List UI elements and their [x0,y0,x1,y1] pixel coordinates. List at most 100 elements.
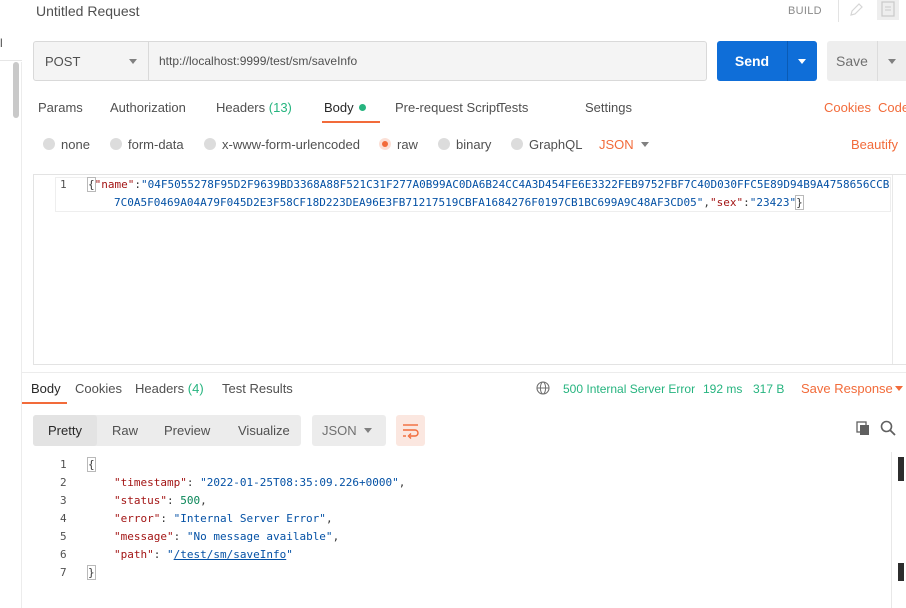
json-string-quote: " [167,548,174,561]
search-icon[interactable] [880,420,896,436]
method-value: POST [45,54,81,69]
json-key: "sex" [710,196,744,209]
save-response-button[interactable]: Save Response [801,381,893,396]
scrollbar-thumb[interactable] [898,563,904,581]
line-number: 7 [60,566,67,579]
send-button[interactable]: Send [717,41,787,81]
tab-headers-label: Headers [216,100,266,115]
json-string: "23423" [749,196,797,209]
line-number: 1 [60,178,67,191]
sidebar-scrollbar[interactable] [13,62,19,118]
json-string: "Internal Server Error" [173,512,326,525]
document-icon[interactable] [877,0,899,20]
caret-down-icon [129,59,137,64]
radio-graphql[interactable] [511,138,523,150]
body-format-select[interactable]: JSON [599,137,634,152]
caret-down-icon [798,59,806,64]
cookies-link[interactable]: Cookies [824,100,871,115]
tab-authorization[interactable]: Authorization [110,100,186,115]
caret-down-icon [641,142,649,147]
radio-label-raw: raw [397,137,418,152]
radio-binary[interactable] [438,138,450,150]
scrollbar-thumb[interactable] [898,457,904,481]
response-format-select[interactable]: JSON [312,415,386,446]
active-tab-indicator [322,121,380,123]
json-key: "status" [114,494,167,507]
path-link[interactable]: /test/sm/saveInfo [174,548,287,561]
tab-headers[interactable]: Headers (13) [216,100,292,115]
line-number: 5 [60,530,67,543]
tab-settings[interactable]: Settings [585,100,632,115]
radio-label-urlencoded: x-www-form-urlencoded [222,137,360,152]
json-string: "04F5055278F95D2F9639BD3368A88F521C31F27… [141,178,890,191]
copy-icon[interactable] [855,420,871,436]
response-tab-body[interactable]: Body [31,381,61,396]
send-options-button[interactable] [787,41,817,81]
response-tab-test-results[interactable]: Test Results [222,381,293,396]
json-brace: { [87,177,96,192]
view-pretty[interactable]: Pretty [48,423,82,438]
json-string: "No message available" [186,530,333,543]
request-title[interactable]: Untitled Request [36,3,140,19]
radio-form-data[interactable] [110,138,122,150]
tab-body-label: Body [324,100,354,115]
caret-down-icon[interactable] [895,386,903,391]
code-line: "timestamp": "2022-01-25T08:35:09.226+00… [114,476,406,489]
build-mode-label[interactable]: BUILD [788,5,822,17]
divider [891,452,892,608]
code-line: {"name":"04F5055278F95D2F9639BD3368A88F5… [87,177,890,192]
radio-raw[interactable] [379,138,391,150]
line-number: 2 [60,476,67,489]
sidebar-edge: l [0,0,22,608]
response-size[interactable]: 317 B [753,382,784,396]
divider [838,0,839,22]
line-number: 4 [60,512,67,525]
caret-down-icon [364,428,372,433]
response-format-value: JSON [322,423,357,438]
method-select[interactable]: POST [33,41,149,81]
json-key: "timestamp" [114,476,187,489]
view-visualize[interactable]: Visualize [238,423,290,438]
response-tab-headers-label: Headers [135,381,185,396]
divider [892,175,893,364]
wrap-lines-icon [403,424,419,439]
json-string-quote: " [286,548,293,561]
pencil-icon[interactable] [846,0,866,20]
wrap-lines-button[interactable] [396,415,425,446]
globe-icon[interactable] [536,381,550,395]
code-link[interactable]: Code [878,100,906,115]
tab-body[interactable]: Body [324,100,366,115]
caret-down-icon [888,59,896,64]
save-button[interactable]: Save [827,41,877,81]
line-number: 3 [60,494,67,507]
radio-label-form-data: form-data [128,137,184,152]
divider [0,60,22,61]
line-number: 6 [60,548,67,561]
save-options-button[interactable] [877,41,906,81]
json-key: "message" [114,530,174,543]
tab-tests[interactable]: Tests [498,100,528,115]
view-raw[interactable]: Raw [112,423,138,438]
response-time[interactable]: 192 ms [703,382,742,396]
tab-params[interactable]: Params [38,100,83,115]
response-tab-headers[interactable]: Headers (4) [135,381,204,396]
code-line: } [87,565,96,580]
response-tab-headers-count: (4) [187,381,204,396]
status-code[interactable]: 500 Internal Server Error [563,382,695,396]
response-tab-cookies[interactable]: Cookies [75,381,122,396]
tab-pre-request-script[interactable]: Pre-request Script [395,100,500,115]
json-brace: } [87,565,96,580]
radio-urlencoded[interactable] [204,138,216,150]
view-preview[interactable]: Preview [164,423,210,438]
json-key: "path" [114,548,154,561]
code-line: "message": "No message available", [114,530,340,543]
json-key: "name" [94,178,135,191]
beautify-link[interactable]: Beautify [851,137,898,152]
json-brace: { [87,457,96,472]
radio-none[interactable] [43,138,55,150]
sidebar-edge-text: l [0,36,3,50]
modified-dot-icon [358,104,366,111]
url-input[interactable]: http://localhost:9999/test/sm/saveInfo [149,41,707,81]
tab-headers-count: (13) [268,100,292,115]
code-line: "error": "Internal Server Error", [114,512,333,525]
